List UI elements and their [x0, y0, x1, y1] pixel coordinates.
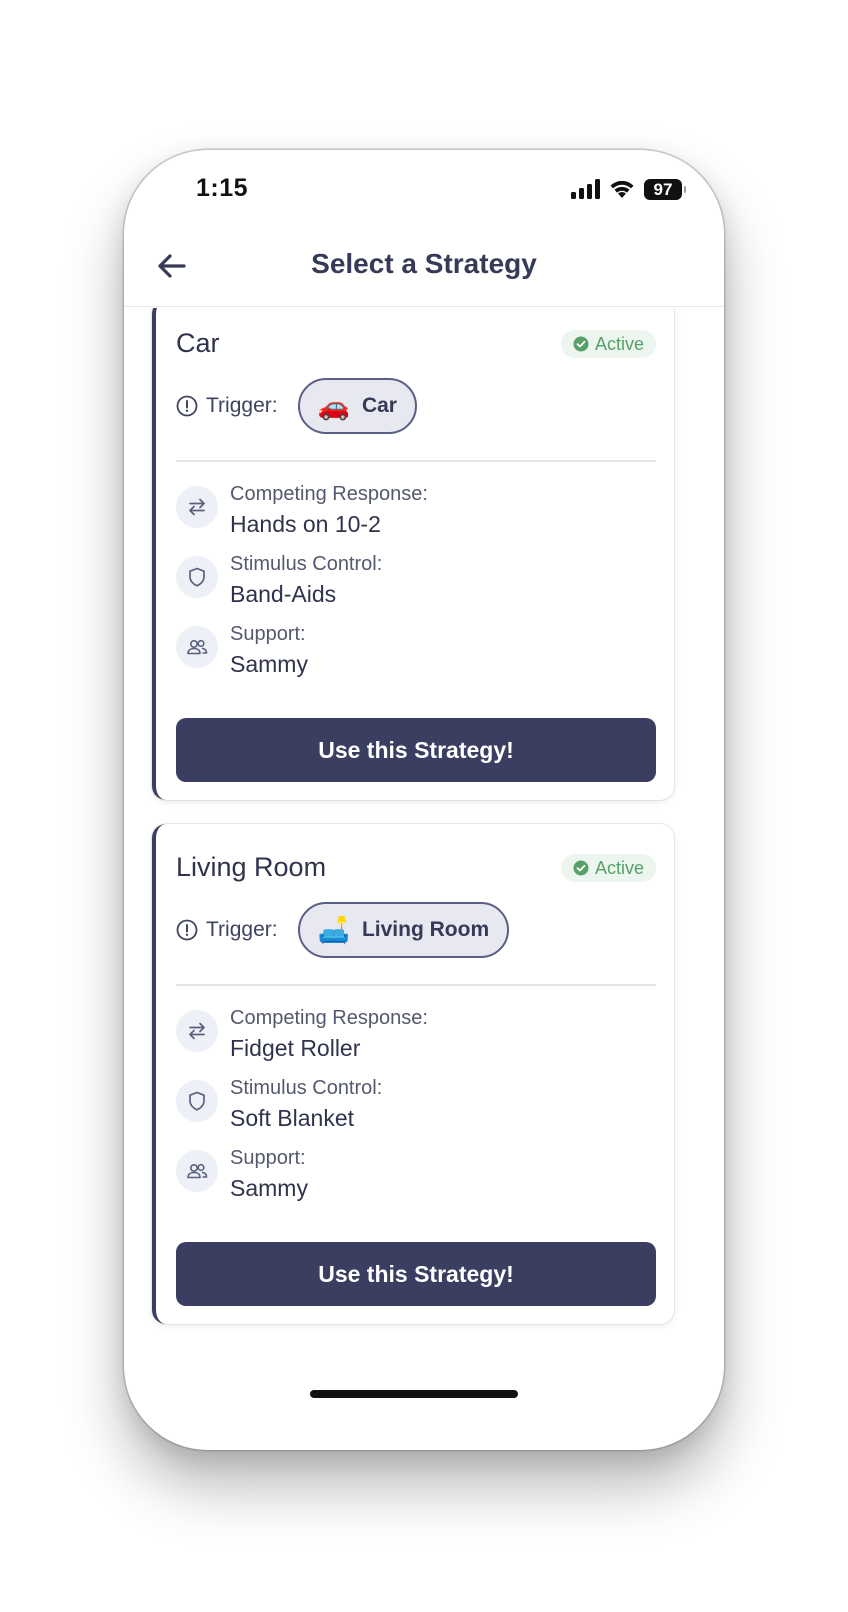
car-icon: 🚗 — [317, 391, 350, 421]
home-indicator[interactable] — [310, 1390, 518, 1398]
users-icon — [176, 1150, 218, 1192]
use-strategy-button[interactable]: Use this Strategy! — [176, 718, 656, 782]
status-badge: Active — [560, 330, 656, 358]
competing-response: Competing Response: Fidget Roller — [176, 1006, 428, 1064]
check-circle-icon — [573, 860, 589, 876]
couch-icon: 🛋️ — [317, 915, 350, 945]
competing-response: Competing Response: Hands on 10-2 — [176, 482, 428, 540]
trigger-chip-label: Car — [361, 394, 397, 417]
trigger-row: Trigger: 🚗 Car — [176, 376, 417, 436]
strategy-title: Living Room — [176, 852, 327, 882]
divider — [176, 984, 656, 986]
stimulus-control-label: Stimulus Control: — [230, 553, 383, 575]
cellular-signal-icon — [571, 179, 600, 199]
stimulus-control-label: Stimulus Control: — [230, 1077, 383, 1099]
phone-frame: 1:15 97 Select a Strategy Car Active Tri… — [124, 150, 724, 1450]
competing-response-label: Competing Response: — [230, 1007, 428, 1029]
trigger-row: Trigger: 🛋️ Living Room — [176, 900, 510, 960]
status-time: 1:15 — [196, 174, 249, 202]
stimulus-control: Stimulus Control: Soft Blanket — [176, 1076, 382, 1134]
status-badge-label: Active — [594, 333, 644, 354]
strategy-card-living-room: Living Room Active Trigger: 🛋️ Living Ro… — [152, 824, 674, 1324]
wifi-icon — [610, 180, 634, 198]
users-icon — [176, 626, 218, 668]
status-badge-label: Active — [594, 857, 644, 878]
competing-response-label: Competing Response: — [230, 483, 428, 505]
battery-icon: 97 — [644, 178, 686, 200]
status-badge: Active — [560, 854, 656, 882]
alert-circle-icon — [176, 919, 198, 941]
check-circle-icon — [573, 336, 589, 352]
support-label: Support: — [230, 623, 306, 645]
trigger-chip[interactable]: 🚗 Car — [297, 378, 417, 434]
divider — [176, 460, 656, 462]
support-value: Sammy — [230, 651, 308, 677]
strategy-list[interactable]: Car Active Trigger: � — [124, 308, 724, 1368]
support: Support: Sammy — [176, 622, 308, 680]
swap-arrows-icon — [176, 1010, 218, 1052]
alert-circle-icon — [176, 395, 198, 417]
stimulus-control-value: Soft Blanket — [230, 1105, 355, 1131]
strategy-title: Car — [176, 328, 220, 358]
swap-arrows-icon — [176, 486, 218, 528]
stimulus-control: Stimulus Control: Band-Aids — [176, 552, 382, 610]
trigger-chip[interactable]: 🛋️ Living Room — [297, 902, 510, 958]
screen: 1:15 97 Select a Strategy Car Active Tri… — [0, 0, 848, 1612]
trigger-label: Trigger: — [206, 918, 278, 941]
shield-icon — [176, 1080, 218, 1122]
nav-header: Select a Strategy — [124, 226, 724, 307]
strategy-card-car: Car Active Trigger: � — [152, 308, 674, 800]
support: Support: Sammy — [176, 1146, 308, 1204]
support-value: Sammy — [230, 1175, 308, 1201]
status-icons: 97 — [571, 178, 686, 200]
support-label: Support: — [230, 1147, 306, 1169]
competing-response-value: Fidget Roller — [230, 1035, 361, 1061]
stimulus-control-value: Band-Aids — [230, 581, 337, 607]
trigger-label: Trigger: — [206, 394, 278, 417]
competing-response-value: Hands on 10-2 — [230, 511, 381, 537]
use-strategy-button[interactable]: Use this Strategy! — [176, 1242, 656, 1306]
shield-icon — [176, 556, 218, 598]
trigger-chip-label: Living Room — [361, 918, 490, 941]
page-title: Select a Strategy — [311, 248, 537, 279]
